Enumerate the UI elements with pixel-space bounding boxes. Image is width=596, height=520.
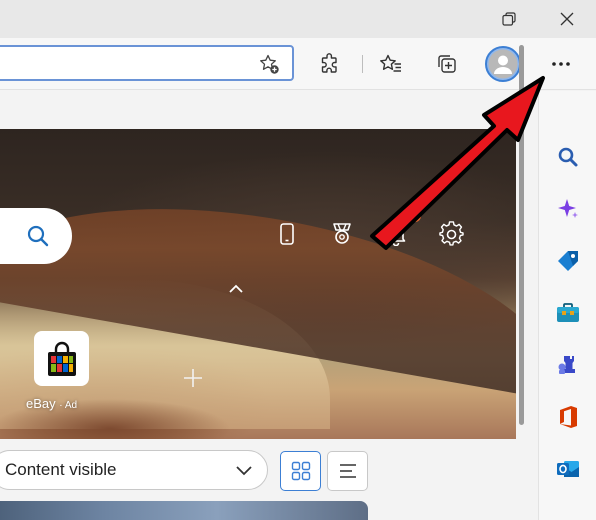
notifications-icon bbox=[386, 225, 406, 246]
extensions-icon bbox=[321, 53, 337, 73]
address-bar[interactable] bbox=[0, 45, 294, 81]
chevron-down-icon bbox=[236, 466, 252, 476]
collections-button[interactable] bbox=[430, 47, 464, 81]
search-icon bbox=[558, 147, 578, 167]
notifications-button[interactable] bbox=[381, 219, 411, 249]
phone-button[interactable] bbox=[272, 219, 302, 249]
sidebar-games-button[interactable] bbox=[553, 350, 583, 380]
games-icon bbox=[558, 356, 575, 374]
settings-button[interactable] bbox=[437, 219, 467, 249]
ad-badge: · Ad bbox=[59, 400, 78, 411]
shopping-icon bbox=[558, 251, 578, 271]
restore-button[interactable] bbox=[486, 0, 532, 38]
rewards-icon bbox=[333, 223, 351, 244]
sidebar-shopping-button[interactable] bbox=[553, 246, 583, 276]
grid-view-icon bbox=[291, 461, 310, 481]
sidebar-search-button[interactable] bbox=[553, 142, 583, 172]
profile-button[interactable] bbox=[485, 46, 521, 82]
sidebar-copilot-button[interactable] bbox=[553, 194, 583, 224]
notification-badge bbox=[409, 210, 421, 222]
sidebar-office-button[interactable] bbox=[553, 402, 583, 432]
hero-background-image: eBay · Ad bbox=[0, 129, 516, 439]
browser-toolbar bbox=[0, 38, 596, 90]
phone-icon bbox=[280, 223, 294, 245]
search-icon bbox=[27, 225, 49, 247]
list-view-button[interactable] bbox=[327, 451, 368, 491]
new-tab-page: eBay · Ad Content visible bbox=[0, 91, 538, 520]
more-button[interactable] bbox=[544, 47, 578, 81]
quick-link-name: eBay bbox=[26, 396, 56, 411]
content-visibility-value: Content visible bbox=[5, 460, 117, 479]
profile-avatar bbox=[485, 46, 521, 82]
close-button[interactable] bbox=[544, 0, 590, 38]
add-quick-link-icon[interactable] bbox=[182, 367, 204, 389]
search-box[interactable] bbox=[0, 208, 72, 264]
edge-sidebar bbox=[538, 91, 596, 520]
collections-icon bbox=[438, 55, 456, 73]
quick-link-ebay[interactable] bbox=[34, 331, 89, 386]
favorites-icon bbox=[380, 54, 401, 72]
title-bar bbox=[0, 0, 596, 38]
more-icon bbox=[552, 62, 570, 66]
sidebar-outlook-button[interactable] bbox=[553, 454, 583, 484]
close-icon bbox=[560, 12, 574, 26]
toolbar-separator bbox=[362, 55, 363, 73]
grid-view-button[interactable] bbox=[280, 451, 321, 491]
add-favorite-button[interactable] bbox=[258, 53, 280, 75]
extensions-button[interactable] bbox=[313, 47, 347, 81]
outlook-icon bbox=[557, 461, 579, 477]
rewards-button[interactable] bbox=[327, 219, 357, 249]
office-icon bbox=[560, 406, 577, 428]
content-visibility-dropdown[interactable]: Content visible bbox=[0, 450, 268, 490]
favorites-button[interactable] bbox=[374, 47, 408, 81]
sidebar-tools-button[interactable] bbox=[553, 298, 583, 328]
ebay-shopping-bag-icon bbox=[47, 341, 76, 376]
tools-icon bbox=[557, 303, 579, 322]
list-view-icon bbox=[339, 464, 356, 478]
scrollbar-thumb[interactable] bbox=[519, 45, 524, 425]
restore-icon bbox=[502, 12, 516, 26]
collapse-chevron-up-icon[interactable] bbox=[226, 282, 246, 296]
add-favorite-icon bbox=[260, 54, 279, 74]
quick-link-label: eBay · Ad bbox=[26, 396, 77, 411]
settings-icon bbox=[439, 221, 464, 246]
news-feed-card[interactable] bbox=[0, 501, 368, 520]
copilot-icon bbox=[558, 199, 578, 218]
